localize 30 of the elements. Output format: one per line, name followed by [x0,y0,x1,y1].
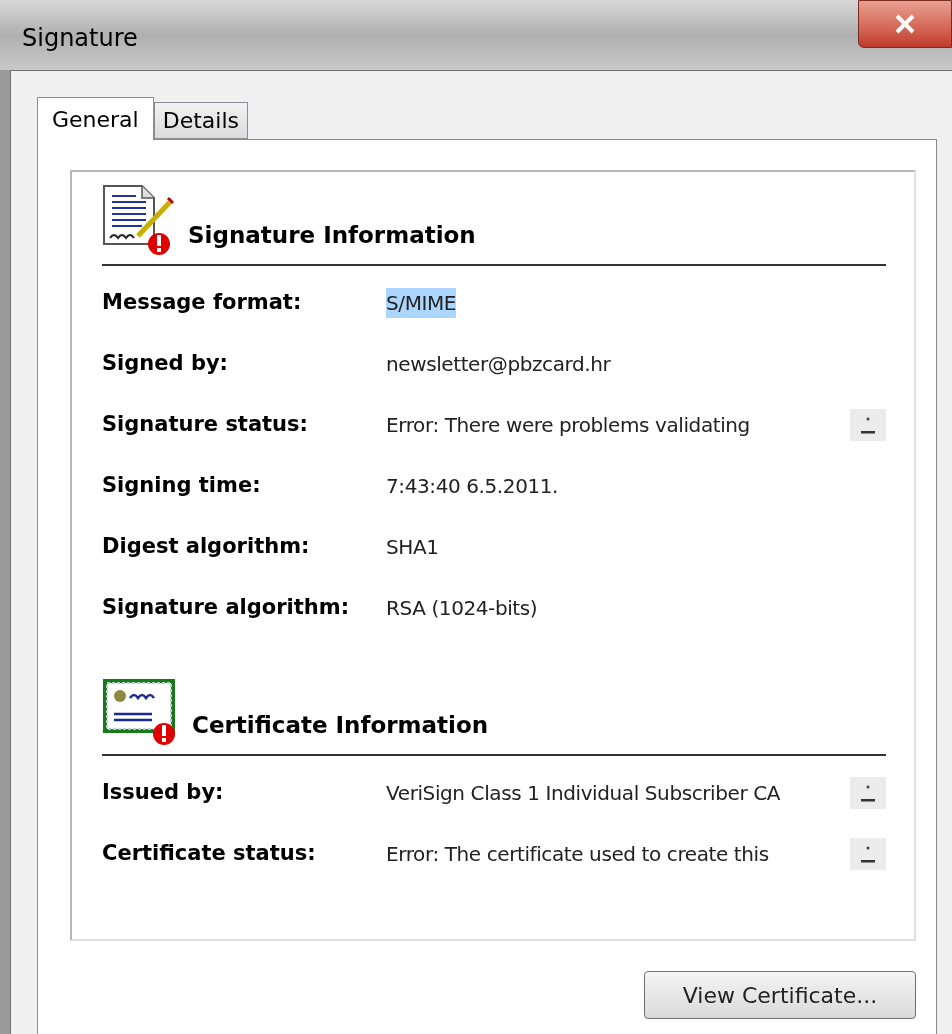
field-label: Signed by: [102,349,229,377]
section-heading: Certificate Information [192,710,489,740]
tab[interactable]: Details [153,102,248,139]
section-heading: Signature Information [188,220,476,250]
field-value: RSA (1024-bits) [386,594,538,622]
more-button[interactable] [850,408,886,441]
ellipsis-icon [861,783,875,802]
field-label: Issued by: [102,778,225,806]
field-label: Digest algorithm: [102,532,311,560]
field-label: Signature status: [102,410,309,438]
field-label: Message format: [102,288,303,316]
ellipsis-icon [861,844,875,863]
close-icon [894,14,916,34]
field-value: Error: The certificate used to create this [386,840,769,868]
field-value: Error: There were problems validating [386,411,750,439]
field-value: SHA1 [386,533,439,561]
more-button[interactable] [850,776,886,809]
field-value: 7:43:40 6.5.2011. [386,472,559,500]
field-value: newsletter@pbzcard.hr [386,350,611,378]
more-button[interactable] [850,837,886,870]
ellipsis-icon [861,415,875,434]
field-value: S/MIME [386,287,457,318]
field-label: Signature algorithm: [102,593,351,621]
tab[interactable]: General [37,97,154,140]
field-label: Signing time: [102,471,262,499]
field-label: Certificate status: [102,839,317,867]
view-certificate-button[interactable]: View Certificate... [644,971,916,1019]
window-title: Signature [22,23,138,54]
close-button[interactable] [858,0,952,48]
field-value: VeriSign Class 1 Individual Subscriber CA [386,779,781,807]
